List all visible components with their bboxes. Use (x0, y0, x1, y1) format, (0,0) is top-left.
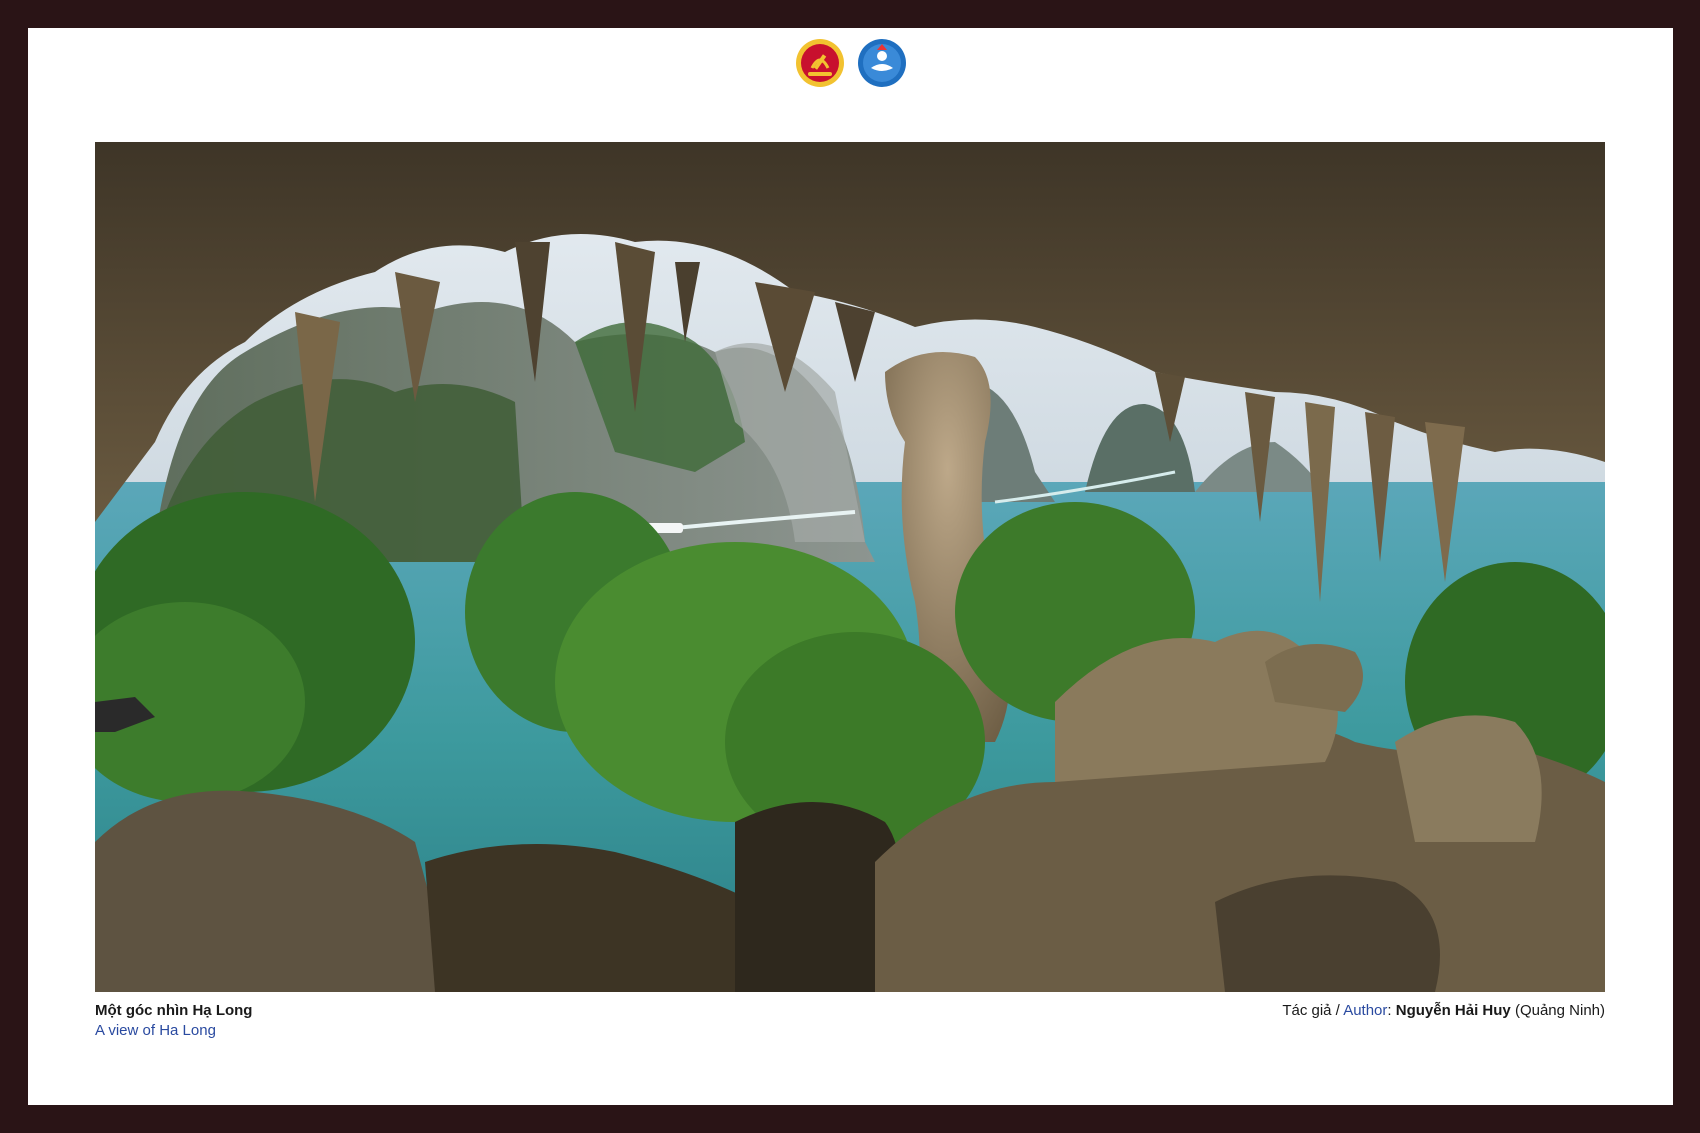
author-credit: Tác giả / Author: Nguyễn Hải Huy (Quảng … (1282, 1001, 1605, 1021)
union-emblem-icon (857, 38, 907, 88)
title-english: A view of Ha Long (95, 1022, 216, 1039)
photo-frame: Một góc nhìn Hạ Long A view of Ha Long T… (28, 28, 1673, 1105)
cave-view-icon (95, 142, 1605, 992)
logo-bar (28, 38, 1673, 88)
author-location: (Quảng Ninh) (1514, 1002, 1605, 1019)
author-label-vietnamese: Tác giả / (1282, 1002, 1344, 1019)
landscape-photo (95, 142, 1605, 992)
title-vietnamese: Một góc nhìn Hạ Long (95, 1002, 253, 1019)
author-label-english: Author (1343, 1002, 1388, 1019)
author-name: Nguyễn Hải Huy (1395, 1002, 1511, 1019)
author-colon: : (1387, 1002, 1396, 1019)
photo-caption: Một góc nhìn Hạ Long A view of Ha Long (95, 1001, 252, 1041)
party-emblem-icon (795, 38, 845, 88)
